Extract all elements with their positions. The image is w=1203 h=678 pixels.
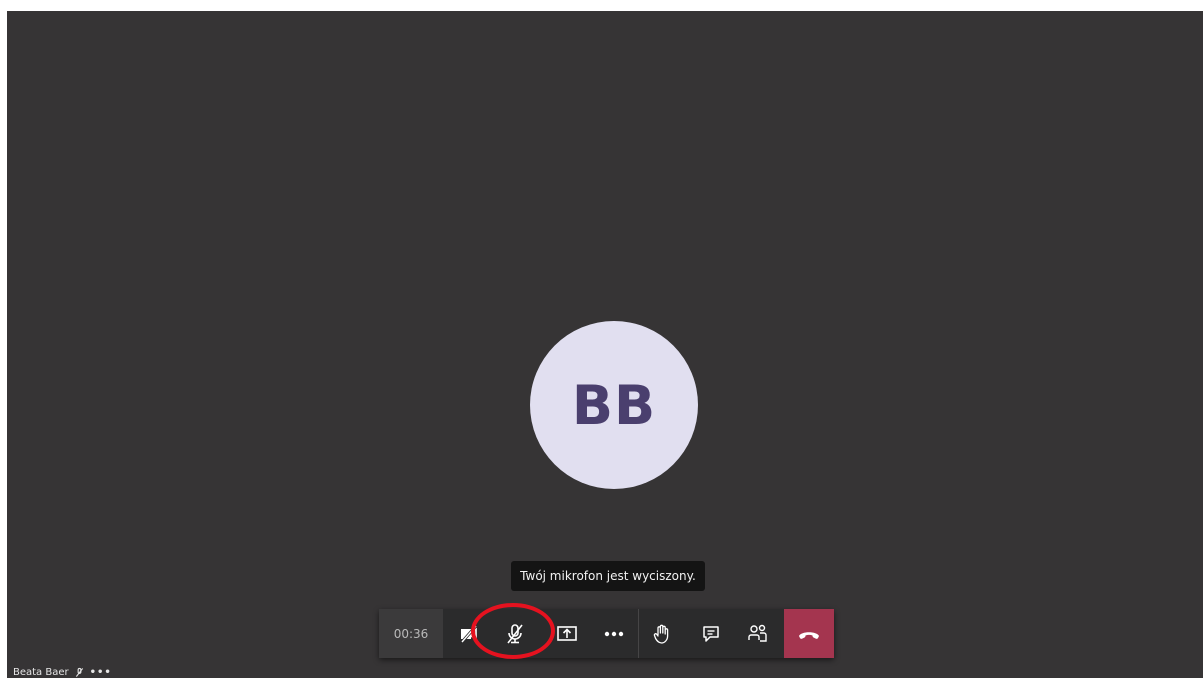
people-icon [747, 624, 767, 642]
share-screen-button[interactable] [544, 609, 589, 658]
mic-off-small-icon [75, 667, 83, 677]
chat-icon [702, 625, 719, 642]
participant-name-row: Beata Baer ••• [13, 666, 112, 678]
chat-button[interactable] [688, 609, 733, 658]
participant-avatar: BB [530, 321, 698, 489]
participant-more-button[interactable]: ••• [90, 667, 112, 678]
hand-icon [653, 624, 668, 644]
call-timer: 00:36 [379, 609, 443, 658]
call-controls-toolbar: 00:36 [379, 609, 834, 658]
participant-name: Beata Baer [13, 666, 69, 678]
video-off-icon [460, 624, 477, 643]
mic-off-icon [506, 623, 523, 643]
phone-hangup-icon [799, 631, 819, 639]
more-horizontal-icon [604, 631, 623, 636]
more-actions-button[interactable] [591, 609, 636, 658]
hang-up-button[interactable] [784, 609, 834, 658]
raise-hand-button[interactable] [639, 609, 684, 658]
camera-toggle-button[interactable] [447, 609, 492, 658]
share-screen-icon [556, 625, 577, 641]
mute-toggle-button[interactable] [492, 609, 537, 658]
participants-button[interactable] [735, 609, 780, 658]
avatar-initials: BB [571, 373, 657, 437]
mic-muted-tooltip: Twój mikrofon jest wyciszony. [511, 561, 705, 591]
tooltip-text: Twój mikrofon jest wyciszony. [520, 569, 696, 583]
